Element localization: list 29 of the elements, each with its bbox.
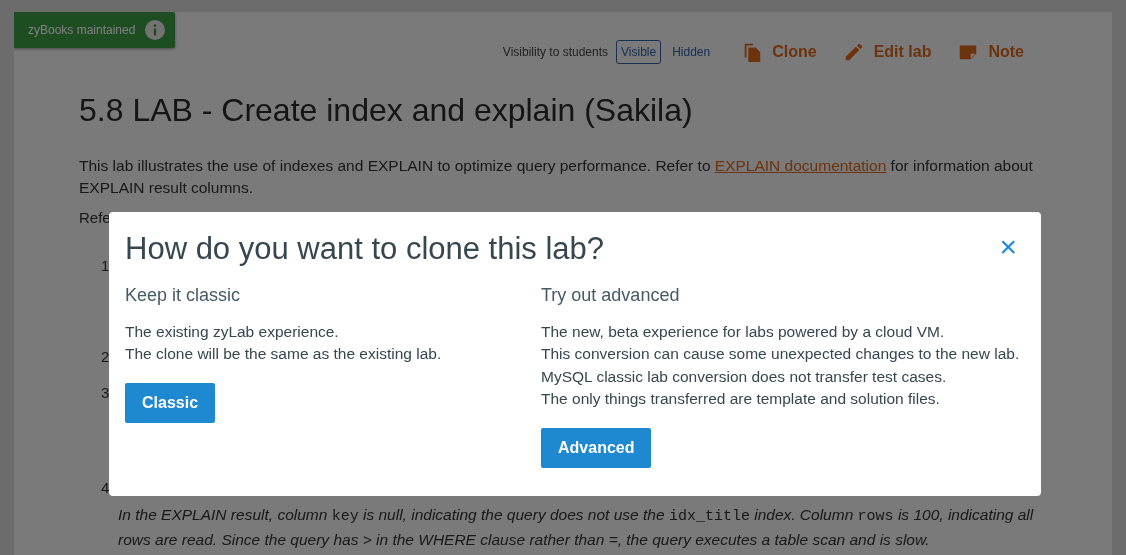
intro-paragraph: This lab illustrates the use of indexes and EXPLAIN to optimize query performance. Refer to EXPLAIN documentation for information about EXPLAIN result columns. [79, 156, 1034, 199]
visibility-option[interactable]: Hidden [667, 40, 716, 64]
lab-title: 5.8 LAB - Create index and explain (Sakila) [79, 91, 694, 130]
option-description: The only things transferred are template and solution files. [541, 389, 941, 410]
step-number: 1 [101, 255, 110, 276]
close-button[interactable]: × [999, 232, 1017, 262]
option-description: The clone will be the same as the existing lab. [125, 344, 443, 365]
option-description: The existing zyLab experience. [125, 321, 340, 342]
option-description: MySQL classic lab conversion does not transfer test cases. [541, 366, 948, 387]
option-button[interactable]: Classic [125, 382, 216, 423]
badge-label: zyBooks maintained [28, 22, 136, 39]
option-heading: Try out advanced [541, 285, 681, 307]
step-number: 4 [101, 478, 110, 499]
documentation-link[interactable]: EXPLAIN documentation [714, 157, 887, 175]
step-number: 2 [101, 347, 110, 368]
explain-note: In the EXPLAIN result, column key is null, indicating the query does not use the idx_title index. Column rows is 100, indicating all rows are read. Since the query has > in the WHERE clause rather than =, the query executes a table scan and is slow. [118, 504, 1035, 550]
action-button[interactable]: Clone [735, 40, 823, 64]
option-description: This conversion can cause some unexpected changes to the new lab. [541, 344, 1021, 365]
option-button[interactable]: Advanced [541, 427, 652, 468]
option-heading: Keep it classic [125, 285, 242, 307]
option-description: The new, beta experience for labs powered by a cloud VM. [541, 321, 946, 342]
visibility-option[interactable]: Visible [616, 40, 662, 64]
action-button[interactable]: Edit lab [836, 40, 938, 64]
action-button[interactable]: Note [951, 40, 1030, 64]
step-number: 3 [101, 382, 110, 403]
dialog-title: How do you want to clone this lab? [125, 230, 606, 268]
info-icon[interactable] [145, 20, 166, 40]
visibility-label: Visibility to students [502, 44, 609, 61]
partial-text: Refe [79, 208, 112, 229]
